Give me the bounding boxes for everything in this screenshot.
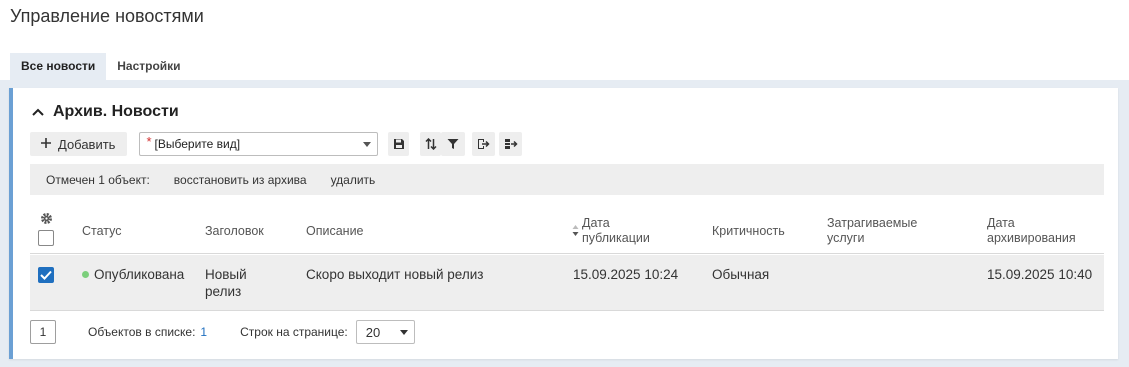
rows-per-page-select[interactable]: 20 bbox=[355, 320, 415, 344]
title-line1: Новый bbox=[205, 267, 247, 282]
table-footer: 1 Объектов в списке: 1 Строк на странице… bbox=[30, 320, 415, 344]
column-publication-date-line2: публикации bbox=[582, 231, 650, 245]
count-value: 1 bbox=[200, 325, 208, 339]
selection-bar: Отмечен 1 объект: восстановить из архива… bbox=[30, 164, 1104, 195]
chevron-down-icon bbox=[399, 330, 408, 335]
table-header: Статус Заголовок Описание Дата публикаци… bbox=[30, 208, 1104, 254]
filter-icon[interactable] bbox=[441, 132, 466, 156]
rows-per-page-label: Строк на странице: bbox=[240, 325, 348, 339]
sort-icon[interactable] bbox=[420, 132, 442, 156]
sort-indicator-icon bbox=[572, 225, 579, 239]
plus-icon bbox=[40, 137, 52, 152]
table-row[interactable]: Опубликована Новый релиз Скоро выходит н… bbox=[30, 255, 1104, 311]
required-mark: * bbox=[146, 133, 152, 149]
view-select[interactable]: * [Выберите вид] bbox=[139, 132, 379, 156]
column-archive-date[interactable]: Дата архивирования bbox=[987, 216, 1076, 246]
restore-from-archive-link[interactable]: восстановить из архива bbox=[174, 173, 307, 187]
selection-count-text: Отмечен 1 объект: bbox=[46, 172, 150, 187]
save-icon[interactable] bbox=[388, 132, 410, 156]
export-icon[interactable] bbox=[472, 132, 496, 156]
tab-all-news[interactable]: Все новости bbox=[10, 53, 107, 80]
archive-date-cell: 15.09.2025 10:40 bbox=[987, 267, 1093, 282]
publication-date-cell: 15.09.2025 10:24 bbox=[573, 267, 679, 282]
chevron-down-icon bbox=[363, 142, 372, 147]
panel-title: Архив. Новости bbox=[53, 103, 179, 120]
column-criticality[interactable]: Критичность bbox=[712, 224, 785, 239]
panel-header: Архив. Новости bbox=[31, 103, 179, 121]
column-archive-date-line1: Дата bbox=[987, 216, 1015, 230]
column-publication-date-line1: Дата bbox=[582, 216, 610, 230]
column-affected-services-line2: услуги bbox=[827, 231, 865, 245]
column-affected-services-line1: Затрагиваемые bbox=[827, 216, 918, 230]
title-line2: релиз bbox=[205, 284, 242, 299]
tab-bar: Все новости Настройки bbox=[10, 53, 192, 80]
chevron-up-icon[interactable] bbox=[31, 105, 45, 119]
gear-icon[interactable] bbox=[40, 212, 53, 228]
select-all-checkbox[interactable] bbox=[38, 230, 54, 246]
add-button-label: Добавить bbox=[58, 136, 116, 152]
title-cell: Новый релиз bbox=[205, 266, 247, 300]
add-button[interactable]: Добавить bbox=[30, 132, 128, 156]
rows-per-page-value: 20 bbox=[365, 324, 381, 340]
delete-link[interactable]: удалить bbox=[331, 173, 376, 187]
column-publication-date[interactable]: Дата публикации bbox=[582, 216, 650, 246]
status-dot-icon bbox=[82, 271, 89, 278]
status-cell: Опубликована bbox=[82, 266, 184, 283]
tab-settings[interactable]: Настройки bbox=[106, 53, 191, 80]
view-select-value: [Выберите вид] bbox=[154, 137, 241, 151]
column-status[interactable]: Статус bbox=[82, 224, 122, 239]
column-archive-date-line2: архивирования bbox=[987, 231, 1076, 245]
page-number-button[interactable]: 1 bbox=[30, 320, 56, 344]
description-cell: Скоро выходит новый релиз bbox=[306, 267, 484, 282]
page-title: Управление новостями bbox=[10, 6, 204, 26]
status-text: Опубликована bbox=[94, 267, 185, 282]
column-title[interactable]: Заголовок bbox=[205, 224, 264, 239]
toolbar: Добавить * [Выберите вид] bbox=[30, 131, 523, 157]
column-description[interactable]: Описание bbox=[306, 224, 364, 239]
row-checkbox[interactable] bbox=[38, 267, 54, 283]
criticality-cell: Обычная bbox=[712, 267, 770, 282]
columns-export-icon[interactable] bbox=[499, 132, 523, 156]
archive-panel: Архив. Новости Добавить * [Выберите вид] bbox=[9, 88, 1118, 359]
check-icon bbox=[40, 270, 52, 280]
count-label: Объектов в списке: bbox=[88, 325, 196, 339]
column-affected-services[interactable]: Затрагиваемые услуги bbox=[827, 216, 917, 246]
